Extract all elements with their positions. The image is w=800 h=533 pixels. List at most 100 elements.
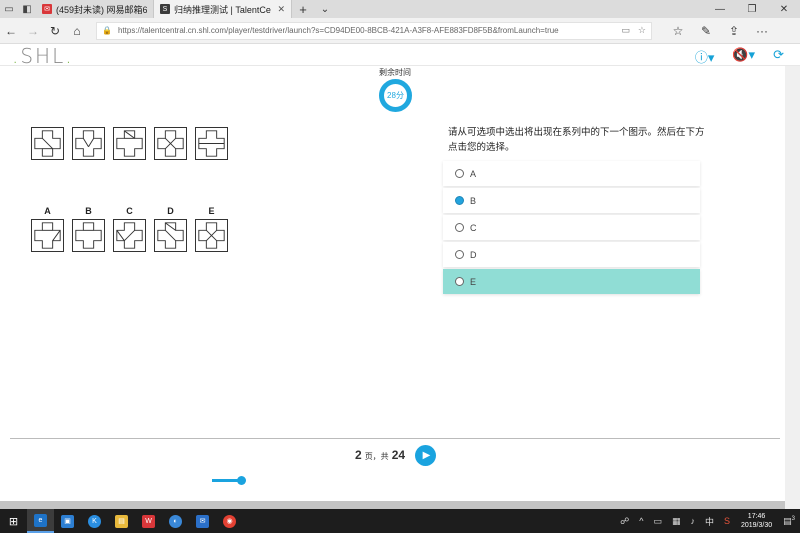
network-icon[interactable]: ▦ — [672, 516, 681, 527]
envelope-icon: ✉ — [42, 4, 52, 14]
close-tab-icon[interactable]: ✕ — [277, 4, 285, 15]
tab-title: (459封未读) 网易邮箱6.0版 — [56, 4, 147, 15]
series-cell-5 — [195, 127, 228, 160]
reading-view-icon[interactable]: ▭ — [621, 25, 630, 36]
answer-option-a[interactable]: A — [443, 161, 700, 186]
window-controls: — ❐ ✕ — [704, 0, 800, 18]
timer-label: 剩余时间 — [379, 68, 411, 77]
address-bar[interactable]: 🔒 https://talentcentral.cn.shl.com/playe… — [96, 21, 652, 40]
browser-tab-test[interactable]: S 归纳推理测试 | TalentCe ✕ — [154, 0, 292, 18]
lock-icon: 🔒 — [102, 26, 112, 35]
progress-knob — [237, 476, 246, 485]
new-tab-button[interactable]: + — [292, 0, 314, 18]
tab-back-icon[interactable]: ◧ — [18, 0, 36, 18]
more-icon[interactable]: ··· — [748, 24, 776, 38]
exit-icon[interactable]: ⟳ — [773, 47, 784, 66]
action-center-icon[interactable]: ▤3 — [783, 516, 795, 527]
app-header: .SHL. ⓘ▾ 🔇▾ ⟳ — [0, 44, 800, 68]
clock-time: 17:46 — [747, 513, 766, 520]
option-label-d: D — [167, 206, 174, 216]
answer-label-d: D — [470, 249, 477, 260]
series-cell-1 — [31, 127, 64, 160]
radio-d[interactable] — [455, 250, 464, 259]
shl-logo: .SHL. — [12, 44, 74, 68]
series-cell-3 — [113, 127, 146, 160]
mail-taskbar-icon[interactable]: ✉ — [189, 509, 216, 533]
timer-value: 28分 — [387, 91, 404, 100]
chevron-up-icon[interactable]: ^ — [639, 516, 643, 526]
option-cell-a — [31, 219, 64, 252]
footer-divider — [10, 438, 780, 439]
option-label-a: A — [44, 206, 51, 216]
notification-count: 3 — [791, 515, 795, 522]
answer-option-b[interactable]: B — [443, 188, 700, 213]
page-total: 24 — [391, 448, 406, 462]
question-text: 请从可选项中选出将出现在系列中的下一个图示。然后在下方点击您的选择。 — [448, 127, 705, 153]
system-tray: ☍ ^ ▭ ▦ ♪ 中 S 17:46 2019/3/30 ▤3 — [615, 509, 800, 533]
ime-indicator[interactable]: 中 — [705, 515, 714, 528]
s-icon: S — [160, 4, 170, 14]
sound-off-icon[interactable]: 🔇▾ — [732, 47, 755, 66]
option-cell-d — [154, 219, 187, 252]
page-indicator: 2 页，共 24 — [355, 448, 405, 462]
answer-label-a: A — [470, 168, 477, 179]
option-label-b: B — [85, 206, 92, 216]
radio-b[interactable] — [455, 196, 464, 205]
option-cell-b — [72, 219, 105, 252]
page-current: 2 — [355, 448, 362, 462]
volume-icon[interactable]: ♪ — [690, 516, 695, 526]
option-label-e: E — [208, 206, 215, 216]
answer-option-d[interactable]: D — [443, 242, 700, 267]
wps-taskbar-icon[interactable]: W — [135, 509, 162, 533]
timer-ring: 28分 — [379, 79, 412, 112]
answer-label-b: B — [470, 195, 477, 206]
browser-toolbar: ← → ↻ ⌂ 🔒 https://talentcentral.cn.shl.c… — [0, 18, 800, 44]
answer-label-c: C — [470, 222, 477, 233]
back-button[interactable]: ← — [0, 20, 22, 42]
radio-c[interactable] — [455, 223, 464, 232]
tab-title: 归纳推理测试 | TalentCe — [174, 4, 271, 15]
chevron-down-icon[interactable]: ⌄ — [314, 0, 336, 18]
store-taskbar-icon[interactable]: ▣ — [54, 509, 81, 533]
answer-option-e[interactable]: E — [443, 269, 700, 294]
sogou-icon[interactable]: S — [724, 516, 730, 526]
edge-taskbar-icon[interactable]: e — [27, 509, 54, 533]
play-icon: ▶ — [422, 450, 431, 461]
chrome-taskbar-icon[interactable]: ◉ — [216, 509, 243, 533]
radio-a[interactable] — [455, 169, 464, 178]
option-cell-e — [195, 219, 228, 252]
logo-text: SHL — [20, 44, 66, 68]
tab-list-icon[interactable]: ▭ — [0, 0, 18, 18]
answer-option-c[interactable]: C — [443, 215, 700, 240]
horizontal-scrollbar[interactable] — [0, 501, 785, 509]
k-app-taskbar-icon[interactable]: K — [81, 509, 108, 533]
browser-tools: ☆ ✎ ⇪ ··· — [664, 24, 776, 38]
browser-taskbar-icon[interactable]: ◐ — [162, 509, 189, 533]
answer-label-e: E — [470, 276, 477, 287]
app-header-tools: ⓘ▾ 🔇▾ ⟳ — [677, 47, 784, 66]
option-label-c: C — [126, 206, 133, 216]
battery-icon[interactable]: ▭ — [653, 516, 662, 527]
people-icon[interactable]: ☍ — [620, 516, 629, 527]
minimize-button[interactable]: — — [704, 0, 736, 18]
clock[interactable]: 17:46 2019/3/30 — [741, 512, 772, 530]
folder-taskbar-icon[interactable]: ▤ — [108, 509, 135, 533]
next-button[interactable]: ▶ — [415, 445, 436, 466]
url-text: https://talentcentral.cn.shl.com/player/… — [117, 26, 559, 35]
vertical-scrollbar[interactable] — [785, 66, 800, 509]
share-icon[interactable]: ⇪ — [720, 24, 748, 38]
series-cell-4 — [154, 127, 187, 160]
pen-icon[interactable]: ✎ — [692, 24, 720, 38]
start-button[interactable]: ⊞ — [0, 509, 27, 533]
home-button[interactable]: ⌂ — [66, 20, 88, 42]
help-icon[interactable]: ⓘ▾ — [695, 47, 715, 66]
close-window-button[interactable]: ✕ — [768, 0, 800, 18]
favorites-icon[interactable]: ☆ — [664, 24, 692, 38]
favorite-star-icon[interactable]: ☆ — [638, 25, 646, 36]
restore-button[interactable]: ❐ — [736, 0, 768, 18]
refresh-button[interactable]: ↻ — [44, 20, 66, 42]
forward-button[interactable]: → — [22, 20, 44, 42]
radio-e[interactable] — [455, 277, 464, 286]
option-cell-c — [113, 219, 146, 252]
browser-tab-mail[interactable]: ✉ (459封未读) 网易邮箱6.0版 — [36, 0, 154, 18]
